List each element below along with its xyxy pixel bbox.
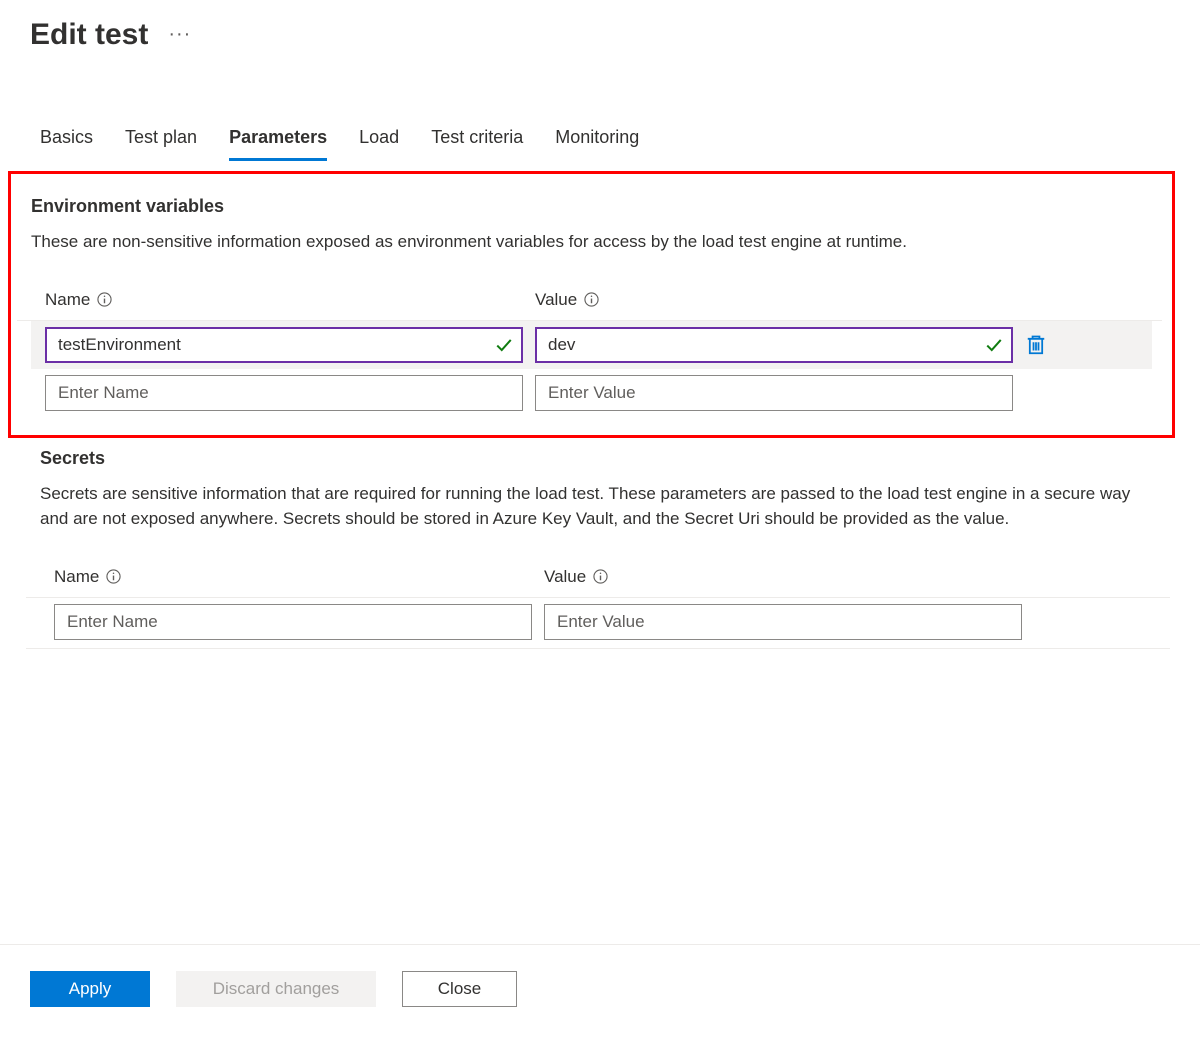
secret-name-input-empty[interactable] (54, 604, 532, 640)
delete-icon[interactable] (1025, 334, 1047, 356)
tab-parameters[interactable]: Parameters (229, 127, 327, 161)
tab-load[interactable]: Load (359, 127, 399, 161)
tab-monitoring[interactable]: Monitoring (555, 127, 639, 161)
tabs-bar: Basics Test plan Parameters Load Test cr… (30, 127, 1170, 161)
env-section-description: These are non-sensitive information expo… (31, 229, 1152, 255)
env-value-input[interactable] (535, 327, 1013, 363)
env-value-column-header: Value (535, 290, 1013, 310)
env-variable-row (31, 321, 1152, 369)
secrets-section-title: Secrets (40, 448, 1160, 469)
env-variable-empty-row (31, 369, 1152, 417)
secret-empty-row (40, 598, 1160, 646)
secrets-section: Secrets Secrets are sensitive informatio… (30, 438, 1170, 649)
info-icon[interactable] (105, 569, 121, 585)
env-section-title: Environment variables (31, 196, 1152, 217)
tab-test-plan[interactable]: Test plan (125, 127, 197, 161)
page-title: Edit test (30, 18, 148, 52)
env-value-input-empty[interactable] (535, 375, 1013, 411)
checkmark-icon (495, 336, 513, 354)
tab-test-criteria[interactable]: Test criteria (431, 127, 523, 161)
environment-variables-section: Environment variables These are non-sens… (8, 171, 1175, 438)
secrets-value-column-header: Value (544, 567, 1022, 587)
env-name-input-empty[interactable] (45, 375, 523, 411)
close-button[interactable]: Close (402, 971, 517, 1007)
secrets-section-description: Secrets are sensitive information that a… (40, 481, 1160, 532)
discard-changes-button[interactable]: Discard changes (176, 971, 376, 1007)
apply-button[interactable]: Apply (30, 971, 150, 1007)
checkmark-icon (985, 336, 1003, 354)
secret-value-input-empty[interactable] (544, 604, 1022, 640)
env-name-input[interactable] (45, 327, 523, 363)
info-icon[interactable] (583, 292, 599, 308)
tab-basics[interactable]: Basics (40, 127, 93, 161)
secrets-name-column-header: Name (54, 567, 532, 587)
info-icon[interactable] (96, 292, 112, 308)
env-name-column-header: Name (45, 290, 523, 310)
info-icon[interactable] (592, 569, 608, 585)
footer-actions: Apply Discard changes Close (0, 944, 1200, 1007)
more-options-icon[interactable]: ··· (168, 23, 191, 48)
